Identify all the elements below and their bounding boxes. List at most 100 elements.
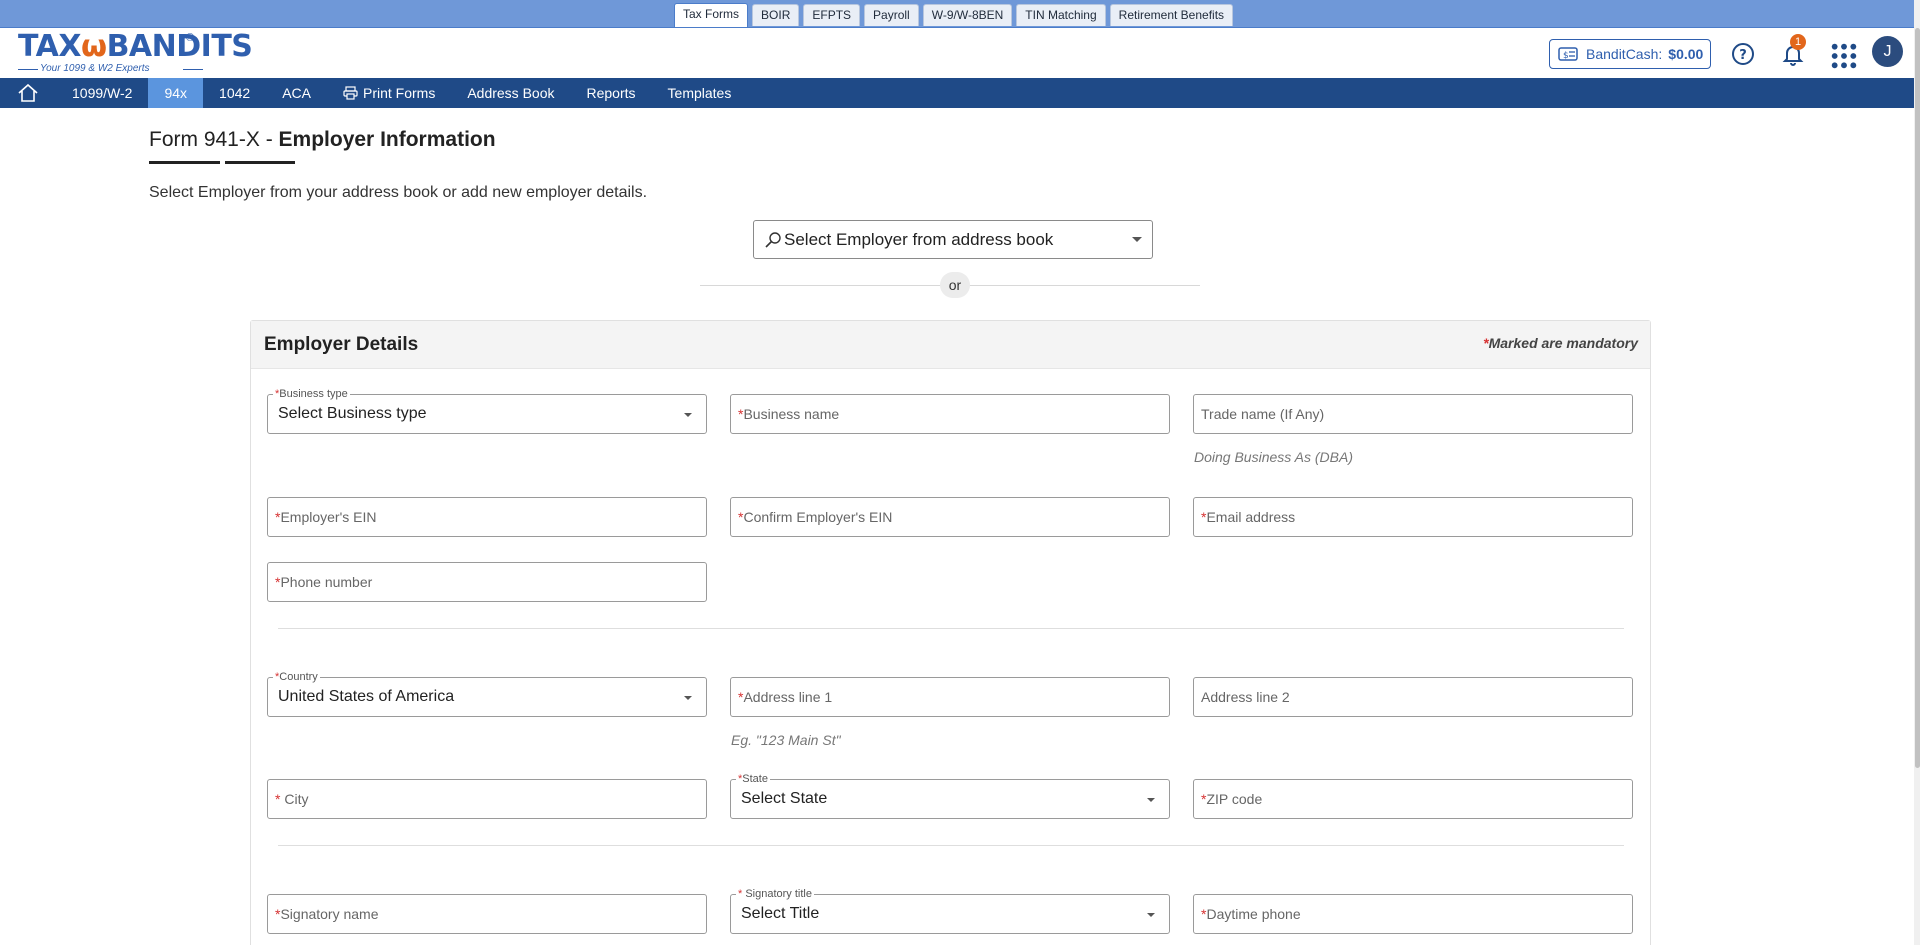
wallet-icon: $	[1558, 47, 1578, 61]
main-nav: 1099/W-2 94x 1042 ACA Print Forms Addres…	[0, 78, 1914, 108]
user-avatar[interactable]: J	[1872, 36, 1903, 67]
email-placeholder: *Email address	[1201, 509, 1296, 525]
chevron-down-icon	[1132, 237, 1142, 242]
tab-w9-w8ben[interactable]: W-9/W-8BEN	[922, 4, 1013, 26]
state-label: *State	[736, 773, 770, 785]
address-line-2-input[interactable]: Address line 2	[1193, 677, 1633, 717]
svg-text:$: $	[1563, 51, 1569, 61]
nav-item-94x[interactable]: 94x	[148, 78, 204, 108]
signatory-title-select[interactable]: * Signatory title Select Title	[730, 888, 1170, 934]
email-input[interactable]: *Email address	[1193, 497, 1633, 537]
daytime-phone-input[interactable]: *Daytime phone	[1193, 894, 1633, 934]
country-select[interactable]: *Country United States of America	[267, 671, 707, 717]
logo-rule-left	[18, 69, 38, 70]
page-subtitle: Select Employer from your address book o…	[149, 184, 648, 201]
page-title: Form 941-X - Employer Information	[149, 128, 496, 152]
confirm-ein-placeholder: *Confirm Employer's EIN	[738, 509, 893, 525]
employer-address-book-select[interactable]: Select Employer from address book	[753, 220, 1153, 259]
nav-item-aca[interactable]: ACA	[266, 78, 327, 108]
card-header: Employer Details *Marked are mandatory	[251, 321, 1650, 369]
signatory-title-label: * Signatory title	[736, 888, 814, 900]
chevron-down-icon	[1147, 913, 1155, 917]
signatory-title-value: Select Title	[741, 905, 820, 922]
nav-item-print-forms-label: Print Forms	[362, 85, 436, 101]
business-type-select[interactable]: *Business type Select Business type	[267, 388, 707, 434]
signatory-name-placeholder: *Signatory name	[275, 906, 379, 922]
page-title-strong: Employer Information	[278, 128, 496, 151]
trade-name-placeholder: Trade name (If Any)	[1201, 406, 1325, 422]
country-value: United States of America	[278, 688, 455, 705]
page-scrollbar[interactable]	[1914, 0, 1920, 945]
bandit-cash-label: BanditCash:	[1586, 46, 1663, 62]
or-badge: or	[940, 272, 970, 298]
scrollbar-thumb[interactable]	[1915, 28, 1920, 768]
taxbandits-logo[interactable]: TAXωBANDITS ® Your 1099 & W2 Experts	[18, 29, 253, 76]
trade-name-hint: Doing Business As (DBA)	[1194, 449, 1353, 465]
business-type-value: Select Business type	[278, 405, 427, 422]
product-tabs: Tax Forms BOIR EFPTS Payroll W-9/W-8BEN …	[674, 3, 1234, 27]
address-line-2-placeholder: Address line 2	[1201, 689, 1290, 705]
apps-grid-icon[interactable]	[1830, 42, 1858, 70]
nav-item-1099-w2[interactable]: 1099/W-2	[56, 78, 148, 108]
home-icon	[18, 83, 38, 102]
logo-registered-mark: ®	[186, 32, 195, 44]
search-icon	[765, 231, 781, 248]
card-title: Employer Details	[264, 334, 419, 355]
country-label: *Country	[273, 671, 320, 683]
page-title-prefix: Form 941-X -	[149, 128, 279, 151]
bandit-cash-amount: $0.00	[1668, 46, 1704, 62]
chevron-down-icon	[684, 413, 692, 417]
nav-item-templates[interactable]: Templates	[652, 78, 748, 108]
logo-text: TAXωBANDITS	[18, 29, 253, 64]
title-underline-1	[149, 161, 220, 164]
home-button[interactable]	[0, 78, 56, 108]
section-divider	[278, 845, 1624, 846]
mandatory-note: *Marked are mandatory	[1483, 335, 1638, 351]
svg-text:?: ?	[1739, 48, 1747, 63]
phone-placeholder: *Phone number	[275, 574, 373, 590]
tab-tin-matching[interactable]: TIN Matching	[1016, 4, 1106, 26]
business-name-input[interactable]: *Business name	[730, 394, 1170, 434]
employer-ein-input[interactable]: *Employer's EIN	[267, 497, 707, 537]
trade-name-input[interactable]: Trade name (If Any)	[1193, 394, 1633, 434]
nav-item-print-forms[interactable]: Print Forms	[327, 78, 451, 108]
tab-boir[interactable]: BOIR	[752, 4, 800, 26]
tab-efpts[interactable]: EFPTS	[803, 4, 861, 26]
nav-item-reports[interactable]: Reports	[571, 78, 652, 108]
tab-payroll[interactable]: Payroll	[864, 4, 919, 26]
confirm-ein-input[interactable]: *Confirm Employer's EIN	[730, 497, 1170, 537]
city-placeholder: * City	[275, 791, 309, 807]
business-name-placeholder: *Business name	[738, 406, 840, 422]
notification-badge: 1	[1790, 34, 1806, 50]
chevron-down-icon	[684, 696, 692, 700]
site-header: TAXωBANDITS ® Your 1099 & W2 Experts $ B…	[0, 28, 1914, 78]
title-underline-2	[225, 161, 295, 164]
state-select[interactable]: *State Select State	[730, 773, 1170, 819]
tab-retirement-benefits[interactable]: Retirement Benefits	[1109, 4, 1234, 26]
printer-icon	[343, 86, 358, 100]
zip-code-input[interactable]: *ZIP code	[1193, 779, 1633, 819]
section-divider	[278, 628, 1624, 629]
business-type-label: *Business type	[273, 388, 350, 400]
daytime-phone-placeholder: *Daytime phone	[1201, 906, 1301, 922]
employer-select-text: Select Employer from address book	[784, 229, 1054, 249]
tab-tax-forms[interactable]: Tax Forms	[674, 3, 749, 27]
product-bar: Tax Forms BOIR EFPTS Payroll W-9/W-8BEN …	[0, 0, 1914, 28]
bandit-cash-button[interactable]: $ BanditCash: $0.00	[1549, 39, 1711, 69]
help-icon[interactable]: ?	[1729, 40, 1757, 68]
logo-rule-right	[183, 69, 203, 70]
phone-input[interactable]: *Phone number	[267, 562, 707, 602]
nav-item-1042[interactable]: 1042	[203, 78, 266, 108]
employer-ein-placeholder: *Employer's EIN	[275, 509, 377, 525]
address-line-1-placeholder: *Address line 1	[738, 689, 833, 705]
nav-item-address-book[interactable]: Address Book	[451, 78, 570, 108]
logo-tagline: Your 1099 & W2 Experts	[40, 63, 150, 74]
state-value: Select State	[741, 790, 828, 807]
city-input[interactable]: * City	[267, 779, 707, 819]
employer-details-card: Employer Details *Marked are mandatory *…	[250, 320, 1651, 945]
chevron-down-icon	[1147, 798, 1155, 802]
address-hint: Eg. "123 Main St"	[731, 732, 841, 748]
zip-code-placeholder: *ZIP code	[1201, 791, 1263, 807]
signatory-name-input[interactable]: *Signatory name	[267, 894, 707, 934]
address-line-1-input[interactable]: *Address line 1	[730, 677, 1170, 717]
